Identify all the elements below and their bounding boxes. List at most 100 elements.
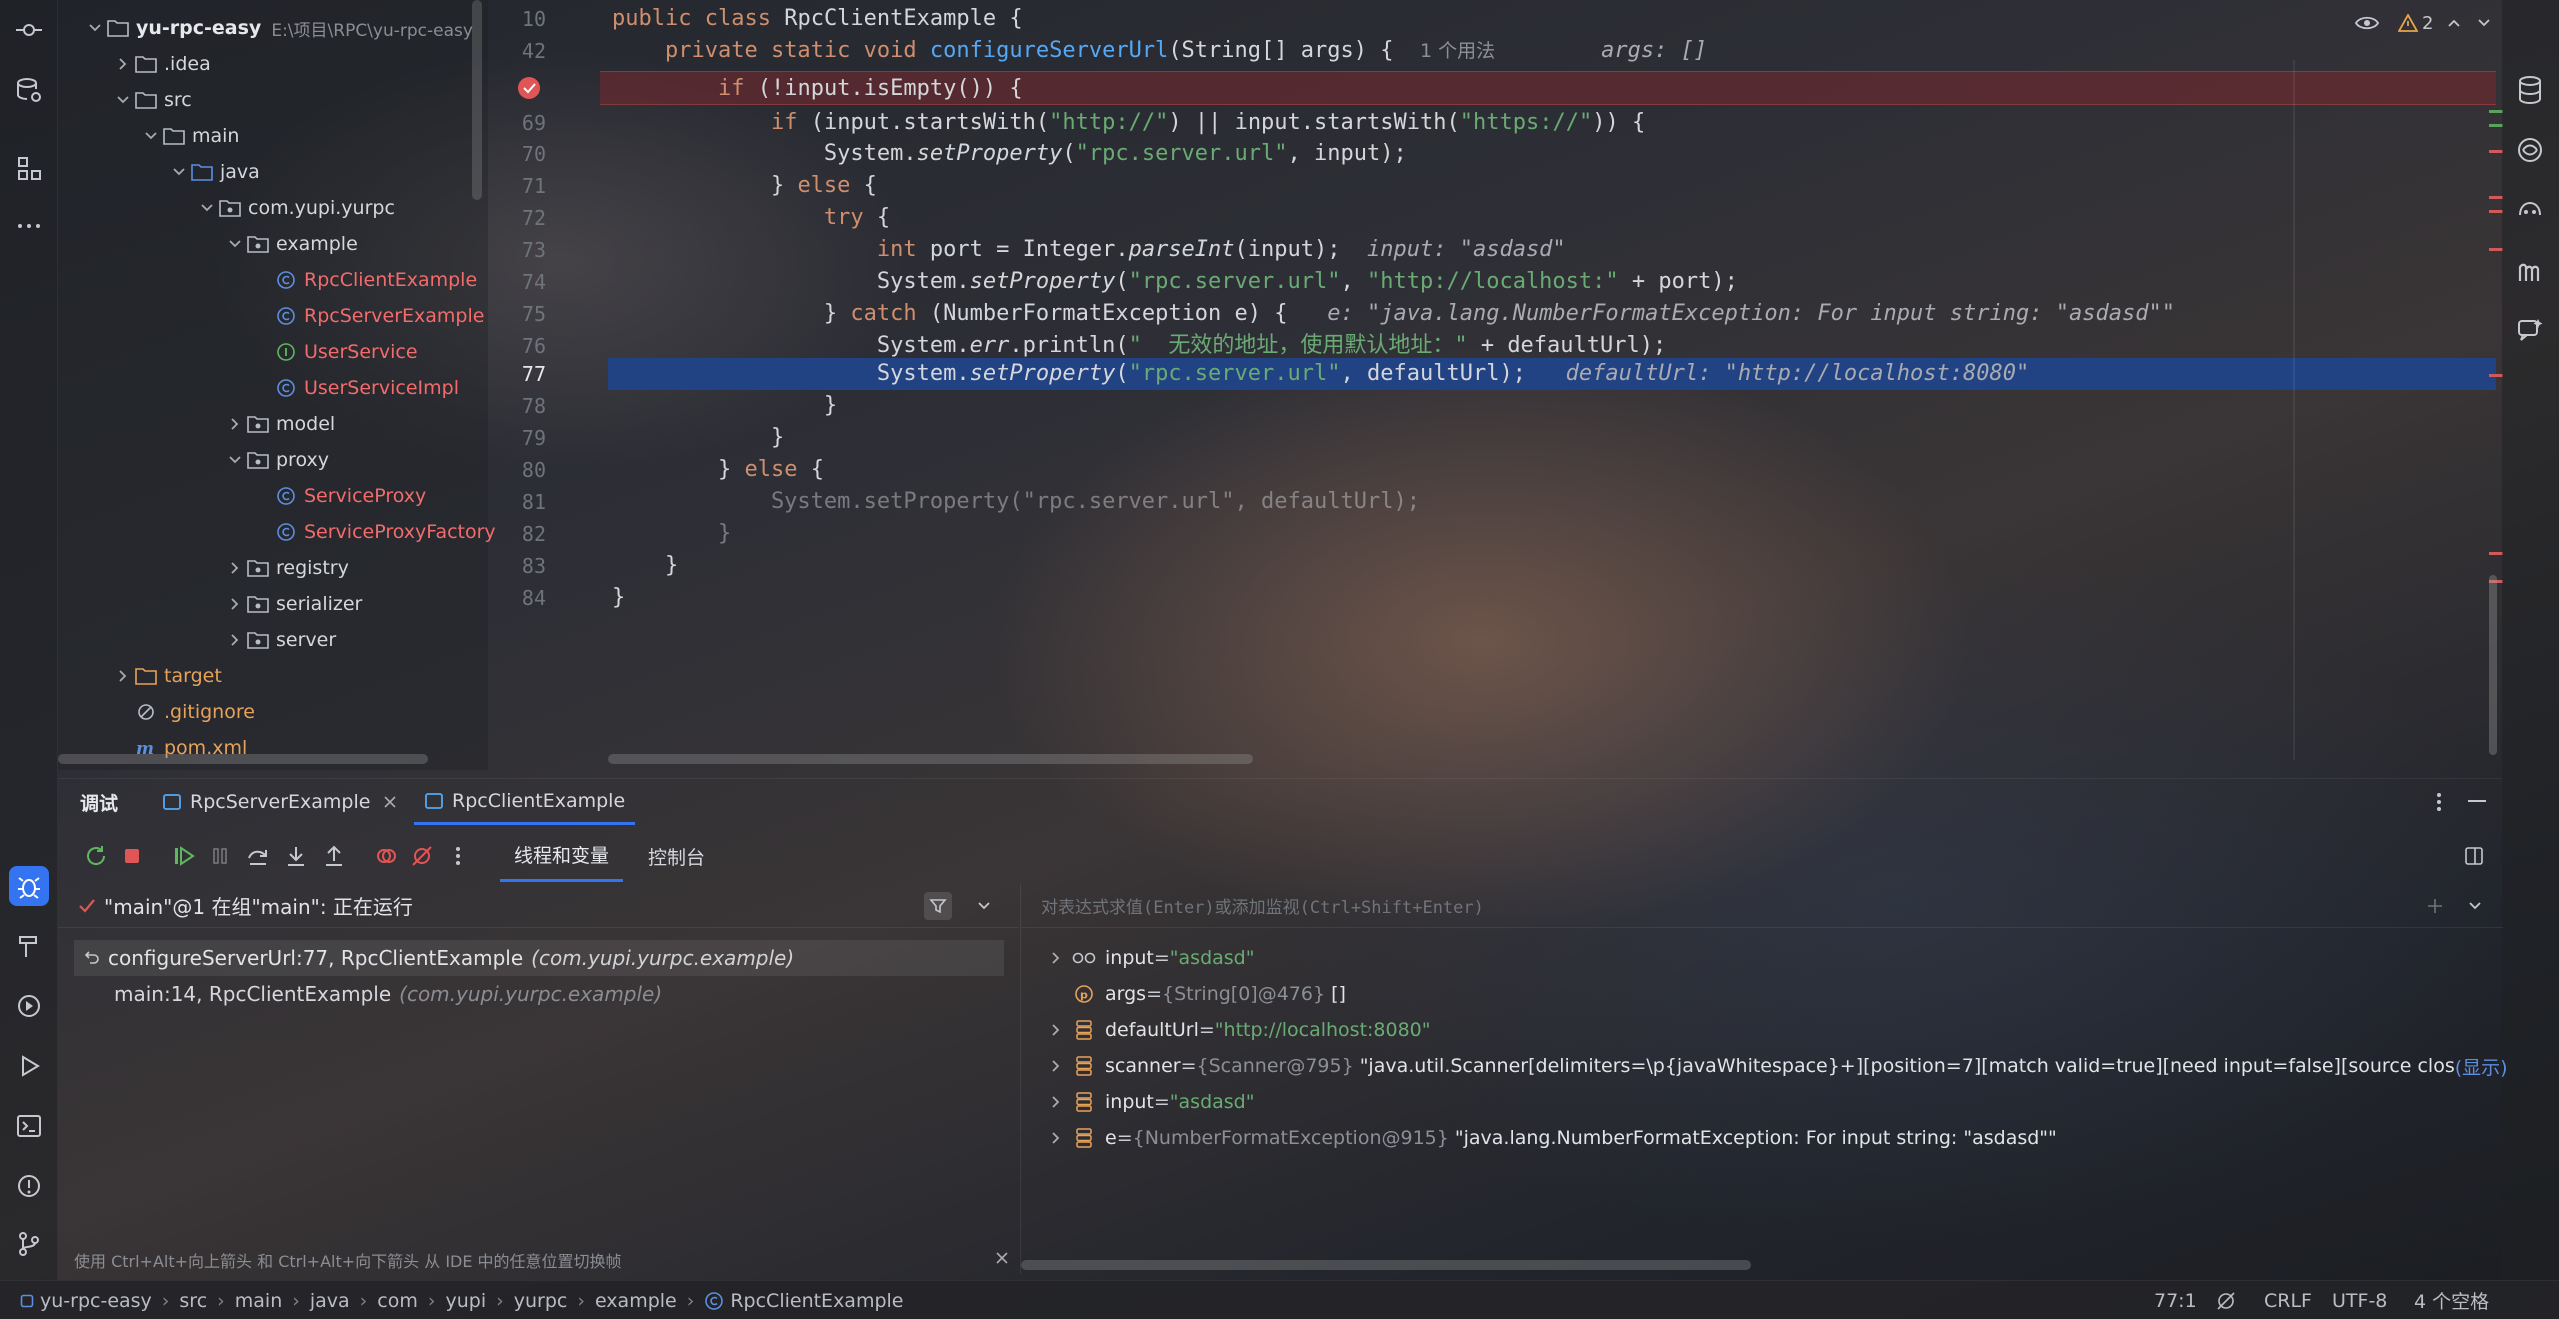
debug-tool-icon[interactable] — [9, 866, 49, 906]
tree-item[interactable]: RpcClientExample — [252, 262, 477, 298]
breadcrumb-item[interactable]: yupi — [445, 1290, 486, 1312]
more-icon[interactable] — [440, 838, 476, 874]
tab-rpc-client-example[interactable]: RpcClientExample — [414, 779, 636, 825]
chevron-down-icon[interactable] — [84, 17, 106, 39]
tree-item[interactable]: RpcServerExample — [252, 298, 484, 334]
tab-rpc-server-example[interactable]: RpcServerExample — [162, 779, 397, 825]
chevron-down-icon[interactable] — [196, 197, 218, 219]
tree-item[interactable]: serializer — [224, 586, 362, 622]
breadcrumb-item[interactable]: RpcClientExample — [730, 1290, 903, 1312]
minimize-icon[interactable] — [2462, 779, 2492, 825]
chevron-down-icon[interactable] — [970, 892, 998, 920]
more-tools-icon[interactable] — [9, 206, 49, 246]
inspection-widget[interactable]: 2 — [2398, 8, 2491, 38]
tree-item[interactable]: main — [140, 118, 239, 154]
breadcrumb-item[interactable]: com — [377, 1290, 418, 1312]
breadcrumb-item[interactable]: src — [179, 1290, 207, 1312]
tree-item[interactable]: target — [112, 658, 222, 694]
chevron-down-icon[interactable] — [224, 449, 246, 471]
stop-icon[interactable] — [114, 838, 150, 874]
variable-row[interactable]: e = {NumberFormatException@915} "java.lan… — [1041, 1120, 2057, 1156]
editor-gutter[interactable]: 10 42 69 70 71 72 73 74 75 76 77 78 79 80 81 82 83 84 — [488, 0, 608, 770]
close-icon[interactable] — [992, 1248, 1012, 1268]
chevron-right-icon[interactable] — [1041, 1059, 1071, 1073]
chevron-right-icon[interactable] — [1041, 951, 1071, 965]
code-editor[interactable]: public class RpcClientExample { private … — [608, 0, 2496, 770]
chevron-right-icon[interactable] — [224, 557, 246, 579]
problems-icon[interactable] — [9, 1166, 49, 1206]
frame-row[interactable]: main:14, RpcClientExample (com.yupi.yurp… — [114, 976, 662, 1012]
tree-item[interactable]: ServiceProxy — [252, 478, 426, 514]
ai-chat-icon[interactable] — [2510, 310, 2550, 350]
chevron-right-icon[interactable] — [224, 593, 246, 615]
variable-row[interactable]: input = "asdasd" — [1041, 940, 1254, 976]
tree-item[interactable]: java — [168, 154, 260, 190]
breadcrumb-item[interactable]: main — [235, 1290, 282, 1312]
breakpoint-icon[interactable] — [518, 77, 540, 99]
filter-icon[interactable] — [924, 892, 952, 920]
tree-item[interactable]: model — [224, 406, 335, 442]
step-into-icon[interactable] — [278, 838, 314, 874]
chevron-down-icon[interactable] — [2461, 892, 2489, 920]
tree-item[interactable]: src — [112, 82, 192, 118]
chevron-right-icon[interactable] — [1041, 1131, 1071, 1145]
chevron-right-icon[interactable] — [112, 53, 134, 75]
commit-icon[interactable] — [9, 10, 49, 50]
structure-icon[interactable] — [9, 148, 49, 188]
variable-row[interactable]: p args = {String[0]@476}[] — [1041, 976, 1346, 1012]
run-icon[interactable] — [9, 1046, 49, 1086]
evaluate-expression-input[interactable]: 对表达式求值(Enter)或添加监视(Ctrl+Shift+Enter) — [1021, 884, 2503, 928]
pause-icon[interactable] — [202, 838, 238, 874]
variable-row[interactable]: defaultUrl = "http://localhost:8080" — [1041, 1012, 1431, 1048]
chevron-up-icon[interactable] — [2447, 16, 2461, 30]
chevron-right-icon[interactable] — [1041, 1023, 1071, 1037]
maven-icon[interactable] — [2510, 252, 2550, 292]
tree-item[interactable]: ServiceProxyFactory — [252, 514, 496, 550]
reader-mode-icon[interactable] — [2352, 8, 2382, 38]
chevron-down-icon[interactable] — [112, 89, 134, 111]
thread-selector[interactable]: "main"@1 在组"main": 正在运行 — [58, 884, 1018, 928]
view-breakpoints-icon[interactable] — [368, 838, 404, 874]
tree-item[interactable]: registry — [224, 550, 349, 586]
step-over-icon[interactable] — [240, 838, 276, 874]
editor-horizontal-scrollbar[interactable] — [608, 754, 1253, 764]
tree-item[interactable]: proxy — [224, 442, 329, 478]
step-out-icon[interactable] — [316, 838, 352, 874]
chevron-right-icon[interactable] — [224, 629, 246, 651]
chevron-right-icon[interactable] — [112, 665, 134, 687]
tab-threads-variables[interactable]: 线程和变量 — [500, 830, 624, 882]
resume-icon[interactable] — [166, 838, 202, 874]
error-stripe[interactable] — [2487, 0, 2503, 770]
copilot-icon[interactable] — [2510, 190, 2550, 230]
services-icon[interactable] — [9, 986, 49, 1026]
breadcrumb-item[interactable]: java — [310, 1290, 350, 1312]
git-icon[interactable] — [9, 1224, 49, 1264]
editor-vertical-scrollbar[interactable] — [2489, 575, 2497, 755]
chevron-down-icon[interactable] — [168, 161, 190, 183]
usage-hint[interactable]: 1 个用法 — [1420, 40, 1495, 62]
tab-console[interactable]: 控制台 — [648, 830, 705, 882]
frame-row-selected[interactable]: configureServerUrl:77, RpcClientExample … — [74, 940, 1004, 976]
chevron-down-icon[interactable] — [140, 125, 162, 147]
rerun-icon[interactable] — [78, 838, 114, 874]
mute-breakpoints-icon[interactable] — [404, 838, 440, 874]
tree-item[interactable]: com.yupi.yurpc — [196, 190, 395, 226]
close-icon[interactable] — [384, 796, 397, 808]
chevron-right-icon[interactable] — [224, 413, 246, 435]
database-panel-icon[interactable] — [2510, 70, 2550, 110]
breadcrumb-item[interactable]: yu-rpc-easy — [40, 1290, 152, 1312]
tree-root[interactable]: yu-rpc-easy E:\项目\RPC\yu-rpc-easy — [84, 10, 473, 46]
tree-item[interactable]: UserServiceImpl — [252, 370, 459, 406]
variables-horizontal-scrollbar[interactable] — [1021, 1260, 1751, 1270]
variable-row[interactable]: input = "asdasd" — [1041, 1084, 1254, 1120]
breadcrumb-item[interactable]: example — [595, 1290, 677, 1312]
show-more-link[interactable]: (显示) — [2455, 1053, 2508, 1080]
line-separator[interactable]: CRLF — [2264, 1281, 2312, 1319]
tree-item[interactable]: example — [224, 226, 358, 262]
database-icon[interactable] — [9, 70, 49, 110]
breadcrumb-item[interactable]: yurpc — [514, 1290, 568, 1312]
ai-assistant-icon[interactable] — [2510, 130, 2550, 170]
chevron-right-icon[interactable] — [1041, 1095, 1071, 1109]
tree-horizontal-scrollbar[interactable] — [58, 754, 428, 764]
tree-item[interactable]: server — [224, 622, 336, 658]
